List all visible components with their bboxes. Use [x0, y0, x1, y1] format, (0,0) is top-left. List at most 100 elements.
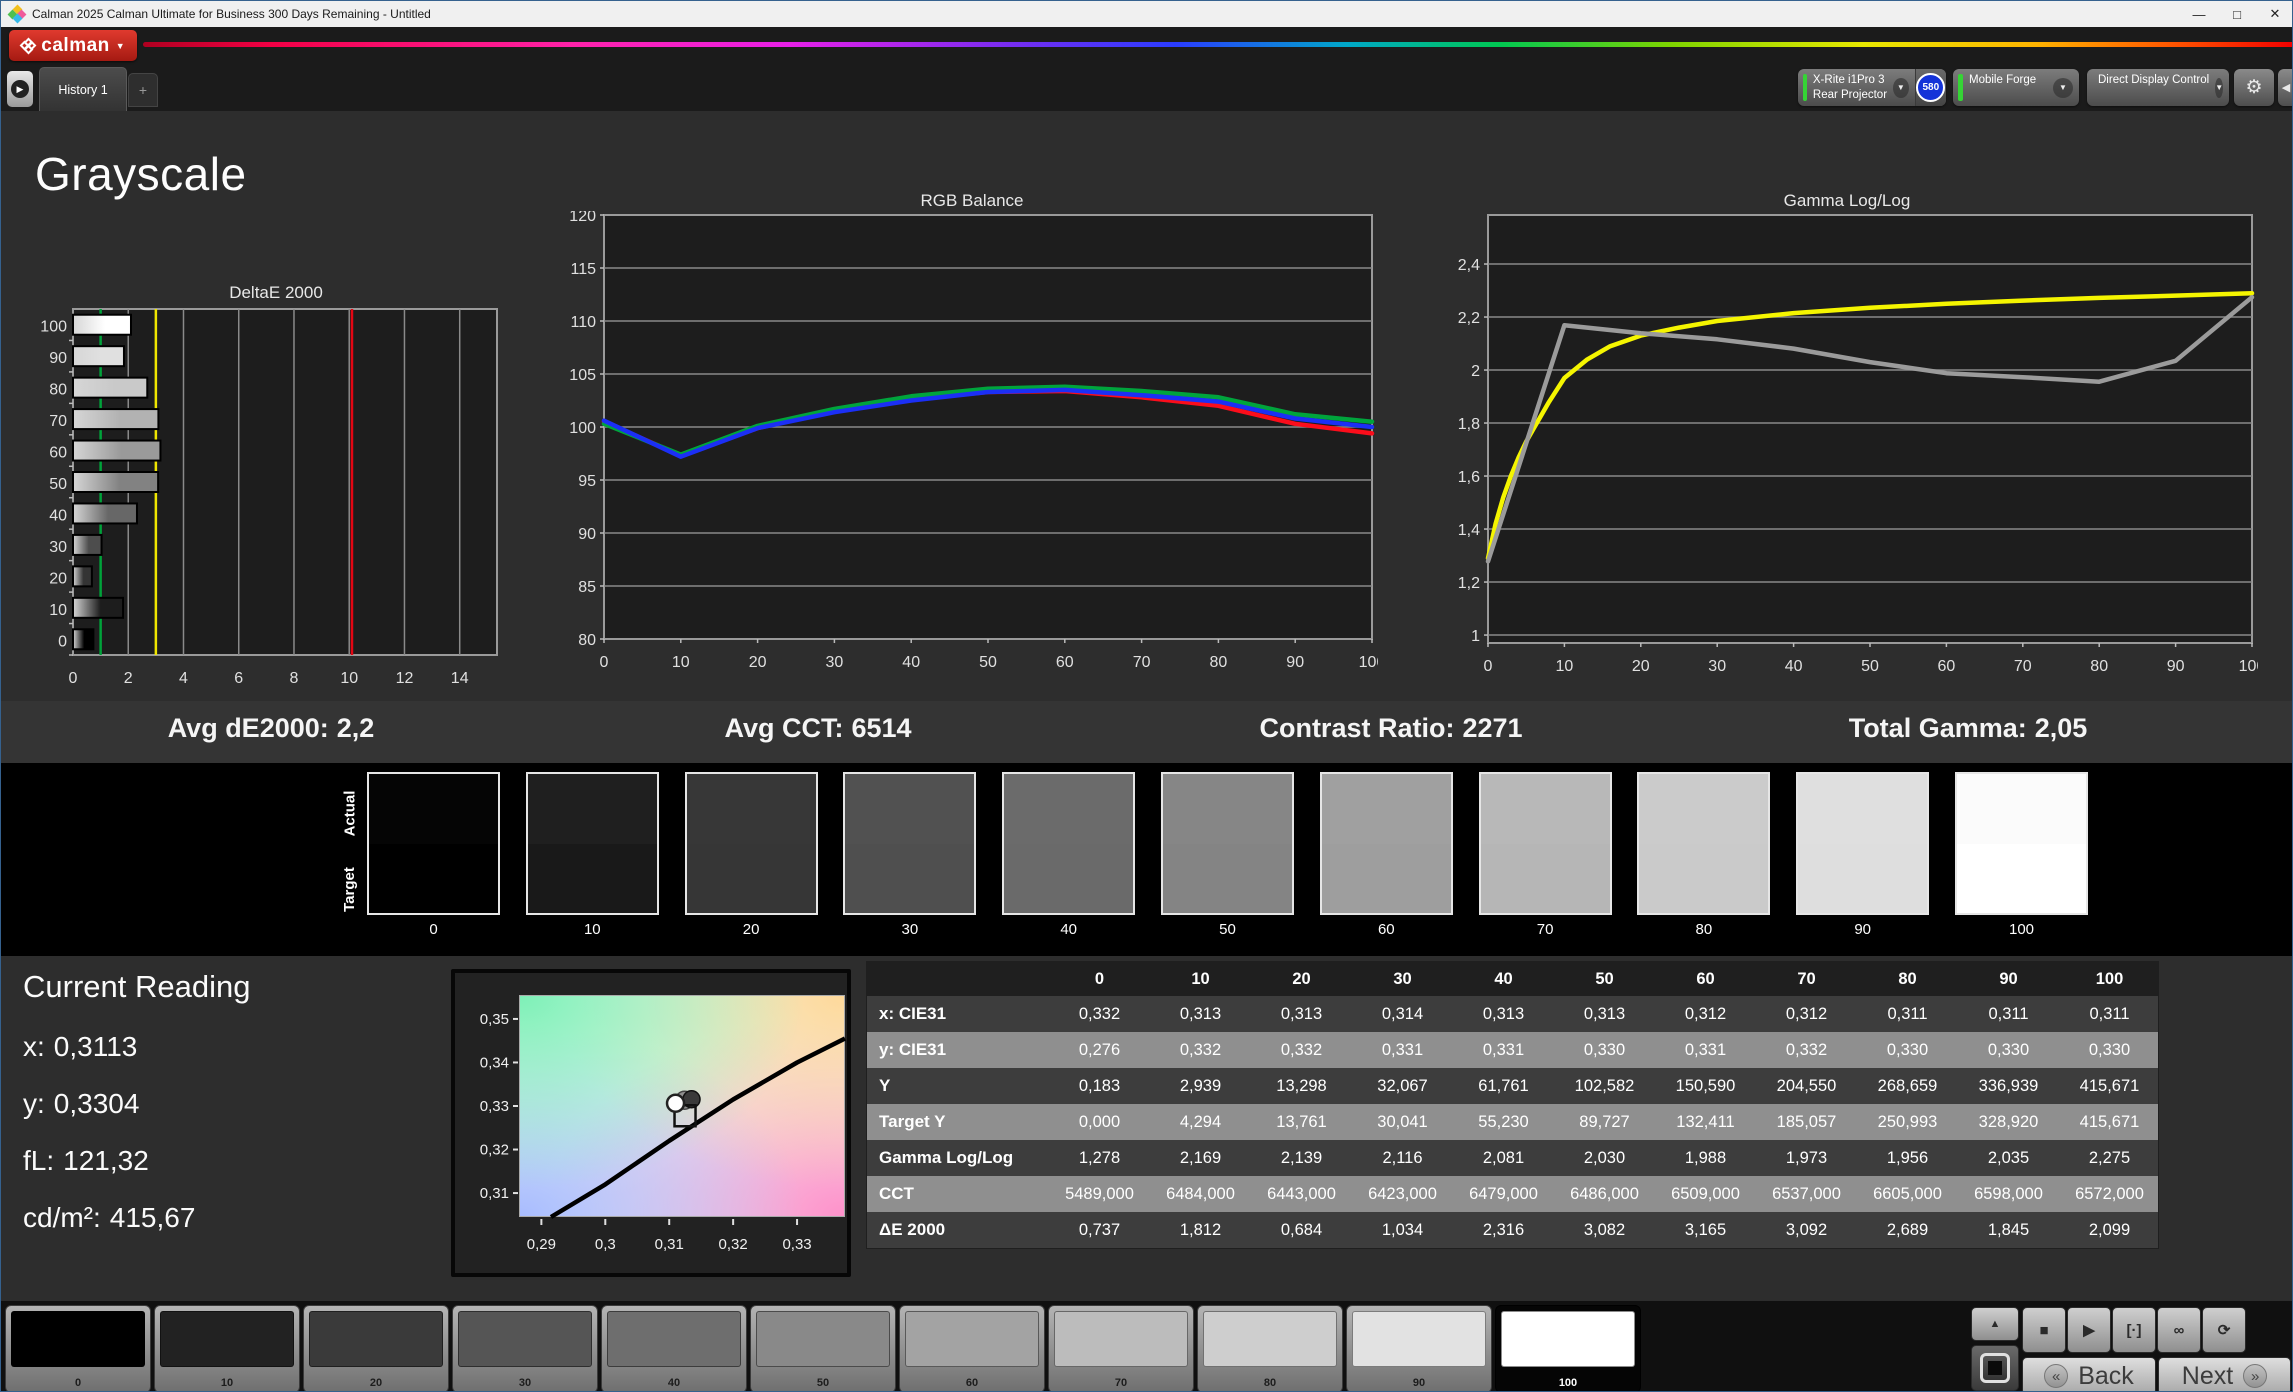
close-button[interactable]: ✕ [2256, 1, 2292, 27]
table-cell: 0,331 [1381, 1040, 1424, 1059]
table-cell: 1,034 [1381, 1220, 1424, 1239]
reading-x: x: 0,3113 [23, 1031, 138, 1062]
patch-window-button[interactable] [1971, 1345, 2019, 1391]
add-tab-button[interactable]: + [128, 73, 158, 107]
refresh-button[interactable]: ⟳ [2202, 1307, 2246, 1353]
table-cell: 0,330 [1583, 1040, 1626, 1059]
table-cell: 6484,000 [1166, 1184, 1235, 1203]
svg-text:20: 20 [49, 570, 67, 587]
target-swatch [1480, 843, 1610, 913]
table-cell: 1,956 [1886, 1148, 1929, 1167]
display-control-dropdown[interactable]: Direct Display Control ▼ [2087, 69, 2229, 106]
table-cell: 0,737 [1078, 1220, 1121, 1239]
cie-xy-chart: 0,35 0,34 0,33 0,32 0,31 0,29 0,3 0,31 0,32 0,33 [451, 969, 851, 1277]
collapse-panel-button[interactable]: ◀ [2278, 69, 2292, 106]
patch-button-10[interactable]: 10 [154, 1305, 300, 1391]
patch-swatch [756, 1311, 890, 1367]
grayscale-swatch-100 [1955, 772, 2088, 915]
svg-text:0,35: 0,35 [480, 1011, 509, 1028]
svg-text:0,32: 0,32 [719, 1236, 748, 1253]
svg-text:1,8: 1,8 [1458, 416, 1480, 433]
svg-text:2,2: 2,2 [1458, 310, 1480, 327]
table-cell: 0,311 [1887, 1004, 1928, 1023]
table-cell: 0,000 [1078, 1112, 1121, 1131]
patch-button-40[interactable]: 40 [601, 1305, 747, 1391]
patch-button-80[interactable]: 80 [1197, 1305, 1343, 1391]
svg-text:70: 70 [49, 413, 67, 430]
grayscale-swatch-0 [367, 772, 500, 915]
actual-swatch [1163, 774, 1292, 844]
svg-text:100: 100 [569, 420, 596, 437]
source-device-dropdown[interactable]: Mobile Forge ▼ [1953, 69, 2079, 106]
table-cell: 0,330 [2088, 1040, 2131, 1059]
patch-button-50[interactable]: 50 [750, 1305, 896, 1391]
table-cell: 2,169 [1179, 1148, 1222, 1167]
svg-text:14: 14 [451, 670, 469, 687]
maximize-button[interactable]: □ [2218, 1, 2256, 27]
patch-swatch [607, 1311, 741, 1367]
patch-label: 60 [965, 1377, 979, 1389]
table-row-label: Target Y [879, 1112, 946, 1131]
swatch-level-label: 90 [1854, 921, 1872, 938]
grayscale-swatch-30 [843, 772, 977, 915]
patch-toolbar: ▲ ■ ▶ [·] ∞ ⟳ 0 10 20 30 40 50 60 70 80 90 100 [1, 1301, 2292, 1391]
tab-history-1[interactable]: History 1 [39, 67, 127, 111]
patch-label: 0 [74, 1377, 82, 1389]
actual-swatch [1321, 774, 1451, 844]
rgb-balance-chart: 80 85 90 95 100 105 110 115 120 0 10 20 30 40 50 60 70 80… [569, 211, 1378, 671]
patch-button-20[interactable]: 20 [303, 1305, 449, 1391]
continuous-button[interactable]: ∞ [2157, 1307, 2201, 1353]
swatch-level-label: 80 [1695, 921, 1713, 938]
table-column-header: 0 [1094, 969, 1105, 988]
meter-badge-segment[interactable]: 580 [1914, 69, 1946, 106]
svg-text:0,29: 0,29 [527, 1236, 556, 1253]
stop-button[interactable]: ■ [2022, 1307, 2066, 1353]
patch-button-100[interactable]: 100 [1495, 1305, 1641, 1391]
svg-text:80: 80 [1210, 654, 1228, 671]
patch-panel-up-button[interactable]: ▲ [1971, 1307, 2019, 1341]
patch-button-90[interactable]: 90 [1346, 1305, 1492, 1391]
minimize-button[interactable]: — [2180, 1, 2218, 27]
table-cell: 0,311 [1988, 1004, 2029, 1023]
table-cell: 1,278 [1078, 1148, 1121, 1167]
table-row-label: Y [879, 1076, 891, 1095]
patch-button-30[interactable]: 30 [452, 1305, 598, 1391]
svg-text:20: 20 [749, 654, 767, 671]
patch-button-60[interactable]: 60 [899, 1305, 1045, 1391]
patch-button-0[interactable]: 0 [5, 1305, 151, 1391]
play-button[interactable]: ▶ [2067, 1307, 2111, 1353]
patch-swatch [11, 1311, 145, 1367]
table-cell: 1,988 [1684, 1148, 1727, 1167]
table-row: ΔE 2000 0,737 1,812 0,684 1,034 2,316 3,082 3,1… [867, 1212, 2158, 1248]
swatch-level-label: 30 [901, 921, 919, 938]
svg-text:12: 12 [396, 670, 414, 687]
patch-button-70[interactable]: 70 [1048, 1305, 1194, 1391]
table-cell: 0,332 [1280, 1040, 1323, 1059]
table-cell: 3,082 [1583, 1220, 1626, 1239]
table-cell: 3,092 [1785, 1220, 1828, 1239]
calman-menu-button[interactable]: calman ▼ [9, 30, 137, 61]
swatch-level-label: 50 [1219, 921, 1236, 938]
meter-device-dropdown[interactable]: X-Rite i1Pro 3 Rear Projector ▼ 580 [1798, 69, 1946, 106]
back-button[interactable]: « Back [2022, 1357, 2156, 1391]
table-cell: 0,312 [1785, 1004, 1828, 1023]
table-cell: 185,057 [1776, 1112, 1837, 1131]
table-row: x: CIE31 0,332 0,313 0,313 0,314 0,313 0,313 0,… [867, 996, 2158, 1032]
target-swatch [1163, 843, 1292, 913]
table-cell: 0,330 [1886, 1040, 1929, 1059]
meter-status-indicator [1803, 74, 1807, 101]
actual-swatch [1639, 774, 1769, 844]
settings-button[interactable]: ⚙ [2234, 69, 2274, 106]
history-expand-button[interactable]: ▶ [7, 71, 33, 107]
svg-text:30: 30 [826, 654, 844, 671]
actual-swatch [845, 774, 975, 844]
table-cell: 6423,000 [1368, 1184, 1437, 1203]
patch-window-icon [1980, 1353, 2010, 1383]
table-cell: 0,332 [1078, 1004, 1121, 1023]
patch-swatch [1501, 1311, 1635, 1367]
next-button[interactable]: Next » [2158, 1357, 2291, 1391]
read-series-button[interactable]: [·] [2112, 1307, 2156, 1353]
swatch-level-label: 0 [429, 921, 438, 938]
calman-window: Calman 2025 Calman Ultimate for Business… [0, 0, 2293, 1392]
svg-text:30: 30 [49, 539, 67, 556]
